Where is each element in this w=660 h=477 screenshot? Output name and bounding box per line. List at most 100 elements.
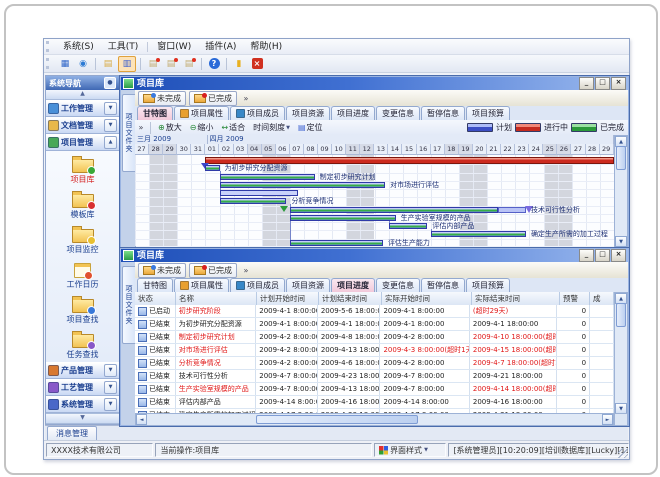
gantt-bar-评估内部产品[interactable] [389,223,428,229]
gantt-bar-确定生产所需的加工过程[interactable] [431,231,526,237]
progress-tab-项目属性[interactable]: 项目属性 [174,278,229,292]
gantt-tool-时间刻度[interactable]: 时间刻度▼ [249,122,294,133]
chevron-down-icon[interactable]: ▼ [104,102,117,115]
sidebar-group-4[interactable]: 产品管理▼ [46,362,119,379]
gantt-bar-为初步研究分配资源[interactable] [205,165,219,171]
table-row-3[interactable]: 已结束制定初步研究计划2009-4-2 8:00:002009-4-8 18:0… [135,331,614,344]
table-row-1[interactable]: 已启动初步研究阶段2009-4-1 8:00:002009-5-6 18:00:… [135,305,614,318]
gantt-bar-制定初步研究计划[interactable] [220,174,315,180]
chevron-down-icon[interactable]: ▼ [104,119,117,132]
gantt-tab-项目成员[interactable]: 项目成员 [230,106,285,120]
sidebar-group-5[interactable]: 工艺管理▼ [46,379,119,396]
maximize-button[interactable]: □ [595,249,610,262]
sidebar-item-项目查找[interactable]: 项目查找 [67,295,99,325]
gantt-tool-放大[interactable]: ⊕放大 [154,122,186,133]
table-row-6[interactable]: 已结束技术可行性分析2009-4-7 8:00:002009-4-23 18:0… [135,370,614,383]
scroll-thumb[interactable] [256,415,418,424]
gantt-tab-暂停信息[interactable]: 暂停信息 [421,106,465,120]
progress-folder-tab-已完成[interactable]: 已完成 [189,263,237,278]
scroll-thumb[interactable] [616,146,626,170]
menu-item-2[interactable]: 工具(T) [101,40,146,54]
gantt-bar-unnamed[interactable] [220,190,299,196]
sidebar-item-项目库[interactable]: 项目库 [71,155,95,185]
report-open-icon[interactable]: ▤ [163,57,179,71]
table-row-5[interactable]: 已结束分析竞争情况2009-4-2 8:00:002009-4-6 18:00:… [135,357,614,370]
toolbar-grip[interactable] [46,58,52,69]
table-vertical-scrollbar[interactable]: ▲▼ [614,292,628,415]
gantt-window-titlebar[interactable]: 项目库 _ □ × [121,77,628,90]
minimize-button[interactable]: _ [579,77,594,90]
gantt-toolbar-more-button[interactable]: » [135,122,147,134]
pin-icon[interactable]: ● [104,77,116,89]
tab-message-management[interactable]: 消息管理 [47,426,97,440]
maximize-button[interactable]: □ [595,77,610,90]
sidebar-collapse-strip[interactable]: ▲ [46,90,119,100]
column-header-成[interactable]: 成 [590,292,614,305]
menu-item-4[interactable]: 插件(A) [198,40,243,54]
gantt-tab-变更信息[interactable]: 变更信息 [376,106,420,120]
scroll-down-arrow[interactable]: ▼ [615,236,627,247]
help-icon[interactable]: ? [206,57,222,71]
table-row-2[interactable]: 已结束为初步研究分配资源2009-4-1 8:00:002009-4-1 18:… [135,318,614,331]
sidebar-group-6[interactable]: 系统管理▼ [46,396,119,413]
web-icon[interactable]: ◉ [75,57,91,71]
menu-item-5[interactable]: 帮助(H) [243,40,289,54]
progress-tab-暂停信息[interactable]: 暂停信息 [421,278,465,292]
gantt-more-tabs-button[interactable]: » [240,92,252,104]
gantt-bar-对市场进行评估[interactable] [220,182,386,188]
table-horizontal-scrollbar[interactable]: ◄► [135,413,614,426]
exit-icon[interactable]: × [249,57,265,71]
progress-folder-tab-未完成[interactable]: 未完成 [138,263,186,278]
table-row-4[interactable]: 已结束对市场进行评估2009-4-2 8:00:002009-4-13 18:0… [135,344,614,357]
gantt-tab-甘特图[interactable]: 甘特图 [137,106,173,120]
column-header-实际开始时间[interactable]: 实际开始时间 [382,292,472,305]
ui-style-button[interactable]: 界面样式 ▼ [374,443,446,457]
chevron-down-icon[interactable]: ▼ [104,398,117,411]
folder-icon[interactable]: ▤ [100,57,116,71]
table-window-titlebar[interactable]: 项目库 _ □ × [121,249,628,262]
lock-icon[interactable]: ▮ [231,57,247,71]
gantt-folder-tab-未完成[interactable]: 未完成 [138,91,186,106]
gantt-bar-初步研究阶段[interactable] [205,157,614,164]
gantt-vertical-scrollbar[interactable]: ▲▼ [614,135,628,248]
sidebar-item-模板库[interactable]: 模板库 [71,190,95,220]
close-button[interactable]: × [611,77,626,90]
progress-tab-项目预算[interactable]: 项目预算 [466,278,510,292]
column-header-名称[interactable]: 名称 [176,292,257,305]
column-header-计划开始时间[interactable]: 计划开始时间 [257,292,319,305]
resize-grip[interactable] [618,448,628,458]
side-tab-project-folder[interactable]: 项目文件夹 [122,94,136,172]
column-header-实际结束时间[interactable]: 实际结束时间 [472,292,560,305]
sidebar-group-2[interactable]: 文档管理▼ [46,117,119,134]
close-button[interactable]: × [611,249,626,262]
sidebar-bottom-strip[interactable]: ▼ [46,413,119,424]
chevron-down-icon[interactable]: ▼ [104,364,117,377]
gantt-tab-项目属性[interactable]: 项目属性 [174,106,229,120]
gantt-bar-生产实验室规模的产品[interactable] [290,215,396,221]
menu-item-1[interactable]: 系统(S) [56,40,101,54]
sidebar-group-1[interactable]: 工作管理▼ [46,100,119,117]
progress-tab-变更信息[interactable]: 变更信息 [376,278,420,292]
progress-tab-项目资源[interactable]: 项目资源 [286,278,330,292]
gantt-bar-分析竞争情况[interactable] [220,198,287,204]
chevron-up-icon[interactable]: ▲ [104,136,117,149]
progress-tab-甘特图[interactable]: 甘特图 [137,278,173,292]
system-monitor-icon[interactable]: ▦ [57,57,73,71]
gantt-tab-项目资源[interactable]: 项目资源 [286,106,330,120]
scroll-left-arrow[interactable]: ◄ [136,414,147,425]
progress-more-tabs-button[interactable]: » [240,264,252,276]
progress-tab-项目进度[interactable]: 项目进度 [331,278,375,292]
gantt-tool-定位[interactable]: ▤定位 [294,122,327,133]
progress-tab-项目成员[interactable]: 项目成员 [230,278,285,292]
menu-grip[interactable] [46,41,52,52]
scroll-right-arrow[interactable]: ► [602,414,613,425]
gantt-tab-项目进度[interactable]: 项目进度 [331,106,375,120]
sidebar-group-3[interactable]: 项目管理▲ [46,134,119,151]
gantt-folder-tab-已完成[interactable]: 已完成 [189,91,237,106]
table-row-7[interactable]: 已结束生产实验室规模的产品2009-4-7 8:00:002009-4-13 1… [135,383,614,396]
column-header-状态[interactable]: 状态 [135,292,176,305]
report-new-icon[interactable]: ▤ [145,57,161,71]
gantt-tool-适合[interactable]: ↔适合 [217,122,249,133]
sidebar-item-工作日历[interactable]: 工作日历 [67,260,99,290]
menu-item-3[interactable]: 窗口(W) [150,40,198,54]
